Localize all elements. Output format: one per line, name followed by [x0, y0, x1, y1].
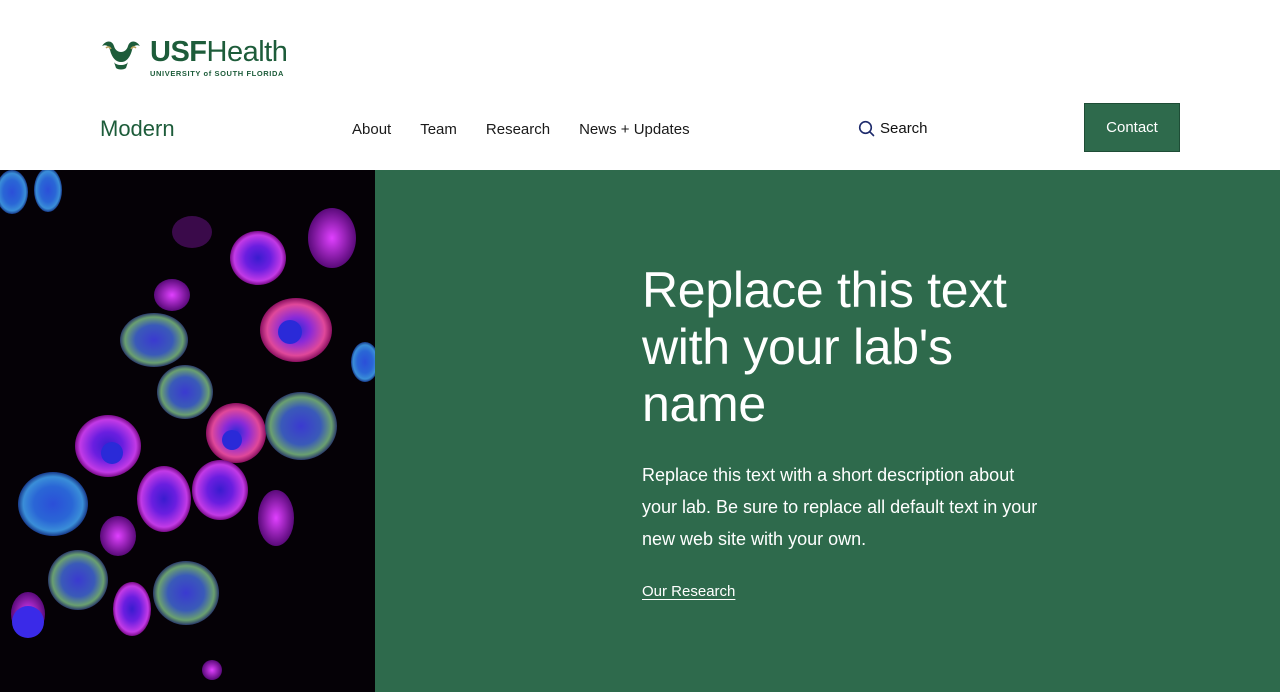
- search-icon: [858, 120, 875, 137]
- hero-section: Replace this text with your lab's name R…: [0, 170, 1280, 692]
- contact-button[interactable]: Contact: [1084, 103, 1180, 152]
- hero-cell-image: [0, 170, 375, 692]
- site-header: USFHealth UNIVERSITY of SOUTH FLORIDA Mo…: [0, 0, 1280, 170]
- logo-usf: USF: [150, 36, 207, 68]
- hero-description: Replace this text with a short descripti…: [642, 465, 1038, 549]
- nav-item-about[interactable]: About: [352, 121, 391, 138]
- hero-title: Replace this text with your lab's name: [642, 262, 1007, 432]
- search-label: Search: [880, 120, 928, 137]
- nav-item-team[interactable]: Team: [420, 121, 457, 138]
- nav-item-research[interactable]: Research: [486, 121, 550, 138]
- site-name[interactable]: Modern: [100, 116, 175, 142]
- usf-health-logo[interactable]: USFHealth UNIVERSITY of SOUTH FLORIDA: [100, 36, 300, 84]
- fluorescent-cells-illustration: [0, 170, 375, 692]
- logo-health: Health: [206, 36, 288, 68]
- logo-main-text: USFHealth: [150, 36, 288, 68]
- bull-horns-logo-icon: [102, 41, 140, 70]
- our-research-link[interactable]: Our Research: [642, 583, 735, 600]
- main-nav: About Team Research News + Updates: [352, 121, 719, 138]
- search-button[interactable]: Search: [858, 120, 928, 137]
- nav-item-news-updates[interactable]: News + Updates: [579, 121, 689, 138]
- logo-wordmark: USFHealth UNIVERSITY of SOUTH FLORIDA: [150, 36, 288, 78]
- logo-subtitle: UNIVERSITY of SOUTH FLORIDA: [150, 69, 284, 78]
